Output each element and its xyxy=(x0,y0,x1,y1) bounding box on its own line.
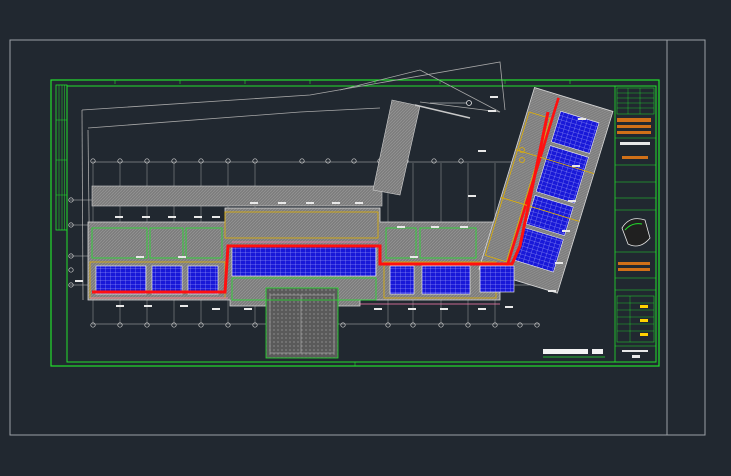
panel-array-6 xyxy=(421,265,471,295)
north-arrow-icon xyxy=(430,100,472,106)
panel-array-7 xyxy=(479,265,515,293)
panel-array-2 xyxy=(151,265,183,295)
panel-array-1 xyxy=(95,265,147,295)
title-block xyxy=(614,85,657,363)
grid-axis-bubbles-left xyxy=(68,197,74,288)
scale-bar xyxy=(543,349,605,358)
entrance-porch xyxy=(265,287,339,359)
drawing-canvas[interactable] xyxy=(0,0,731,472)
panel-array-4 xyxy=(231,245,377,277)
key-plan-icon xyxy=(621,218,651,247)
panel-array-5 xyxy=(389,265,415,295)
panel-array-3 xyxy=(187,265,219,295)
cad-viewport[interactable] xyxy=(0,0,731,472)
left-binding-strip xyxy=(55,84,68,231)
